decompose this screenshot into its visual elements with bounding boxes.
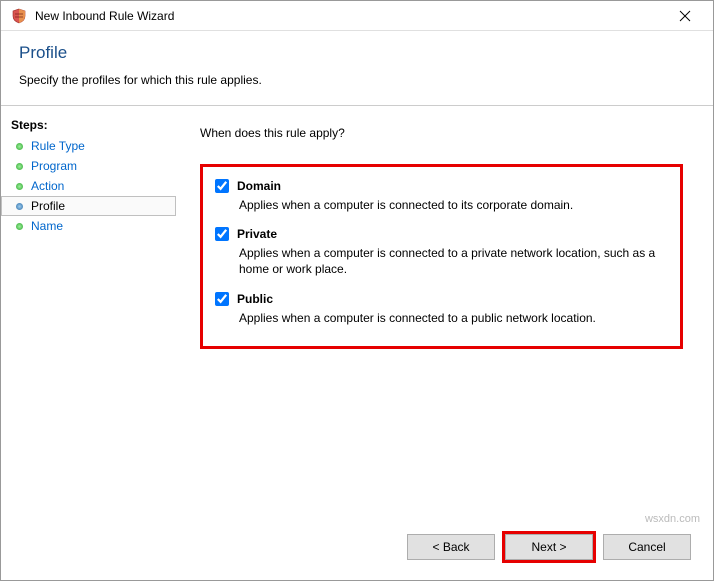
option-public-row[interactable]: Public [215, 292, 668, 306]
option-domain-desc: Applies when a computer is connected to … [239, 197, 668, 213]
sidebar-item-label: Name [31, 219, 63, 233]
bullet-icon [16, 223, 23, 230]
option-private-label: Private [237, 227, 277, 241]
next-button[interactable]: Next > [505, 534, 593, 560]
sidebar-item-program[interactable]: Program [1, 156, 176, 176]
wizard-footer: < Back Next > Cancel [1, 520, 713, 580]
sidebar-item-profile[interactable]: Profile [1, 196, 176, 216]
close-button[interactable] [663, 2, 707, 30]
close-icon [679, 10, 691, 22]
option-private-desc: Applies when a computer is connected to … [239, 245, 668, 277]
option-public-label: Public [237, 292, 273, 306]
page-subtitle: Specify the profiles for which this rule… [19, 73, 695, 87]
sidebar-item-label: Profile [31, 199, 65, 213]
sidebar-item-name[interactable]: Name [1, 216, 176, 236]
steps-sidebar: Steps: Rule Type Program Action Profile … [1, 106, 176, 520]
bullet-icon [16, 143, 23, 150]
option-public: Public Applies when a computer is connec… [215, 292, 668, 326]
profile-question: When does this rule apply? [200, 126, 689, 140]
bullet-icon [16, 163, 23, 170]
option-public-desc: Applies when a computer is connected to … [239, 310, 668, 326]
main-panel: When does this rule apply? Domain Applie… [176, 106, 713, 520]
page-header: Profile Specify the profiles for which t… [1, 31, 713, 106]
wizard-body: Steps: Rule Type Program Action Profile … [1, 106, 713, 520]
option-domain-row[interactable]: Domain [215, 179, 668, 193]
option-domain: Domain Applies when a computer is connec… [215, 179, 668, 213]
sidebar-item-label: Program [31, 159, 77, 173]
steps-heading: Steps: [1, 114, 176, 136]
bullet-icon [16, 203, 23, 210]
public-checkbox[interactable] [215, 292, 229, 306]
titlebar: New Inbound Rule Wizard [1, 1, 713, 31]
window-title: New Inbound Rule Wizard [35, 9, 663, 23]
private-checkbox[interactable] [215, 227, 229, 241]
sidebar-item-rule-type[interactable]: Rule Type [1, 136, 176, 156]
page-title: Profile [19, 43, 695, 63]
profile-options-highlight: Domain Applies when a computer is connec… [200, 164, 683, 349]
option-private: Private Applies when a computer is conne… [215, 227, 668, 277]
back-button[interactable]: < Back [407, 534, 495, 560]
option-domain-label: Domain [237, 179, 281, 193]
firewall-shield-icon [11, 8, 27, 24]
sidebar-item-label: Action [31, 179, 64, 193]
cancel-button[interactable]: Cancel [603, 534, 691, 560]
option-private-row[interactable]: Private [215, 227, 668, 241]
domain-checkbox[interactable] [215, 179, 229, 193]
bullet-icon [16, 183, 23, 190]
sidebar-item-action[interactable]: Action [1, 176, 176, 196]
sidebar-item-label: Rule Type [31, 139, 85, 153]
